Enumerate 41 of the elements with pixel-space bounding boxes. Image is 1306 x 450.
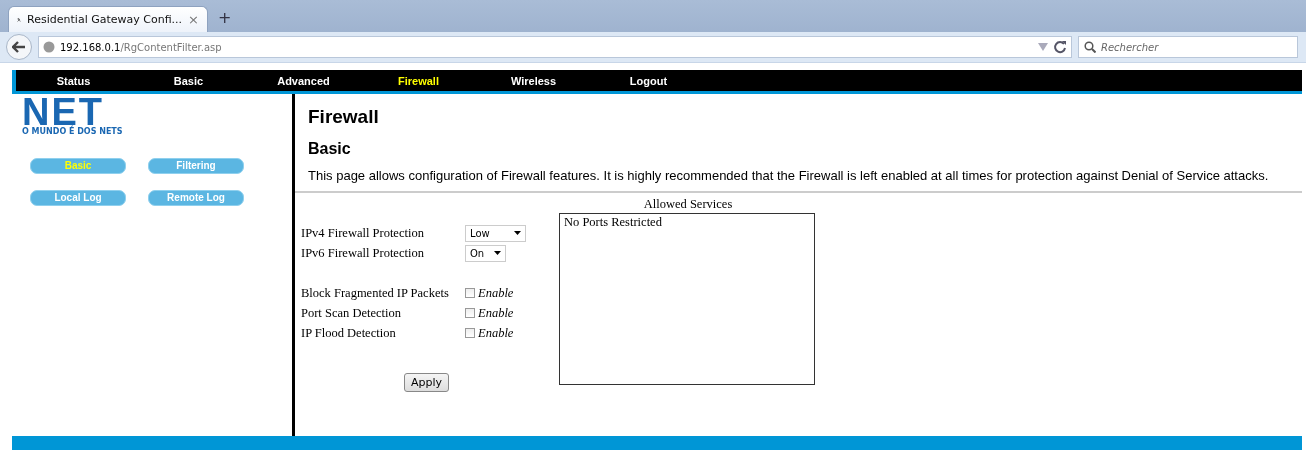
nav-link[interactable]: Wireless	[476, 74, 591, 87]
search-field[interactable]: Rechercher	[1078, 36, 1298, 58]
apply-button[interactable]: Apply	[404, 373, 449, 392]
browser-tab[interactable]: Residential Gateway Confi... ×	[8, 6, 208, 32]
new-tab-button[interactable]: +	[214, 6, 236, 32]
checkbox[interactable]	[465, 328, 475, 338]
url-text: 192.168.0.1/RgContentFilter.asp	[60, 41, 223, 53]
back-arrow-icon	[12, 41, 26, 53]
list-title: Allowed Services	[643, 197, 733, 211]
page-description: This page allows configuration of Firewall features. It is highly recommended that the Firewall is left enabled at all times for protection against Denial of Service attacks.	[308, 168, 1270, 183]
checkbox-label: Enable	[478, 325, 514, 341]
logo-tagline: O MUNDO É DOS NETS	[22, 127, 123, 136]
tab-title: Residential Gateway Confi...	[27, 13, 183, 26]
page-title: Firewall	[308, 106, 380, 128]
nav-link[interactable]: Logout	[591, 74, 706, 87]
search-icon	[1084, 41, 1096, 53]
field-label: Port Scan Detection	[301, 305, 402, 321]
checkbox-label: Enable	[478, 305, 514, 321]
dropdown-icon[interactable]	[1038, 43, 1048, 51]
dropdown[interactable]: Low	[465, 224, 526, 242]
nav-link[interactable]: Advanced	[246, 74, 361, 87]
reload-icon[interactable]	[1053, 40, 1067, 54]
dropdown[interactable]: On	[465, 244, 507, 262]
checkbox-label: Enable	[478, 285, 514, 301]
address-field[interactable]: 192.168.0.1/RgContentFilter.asp	[38, 36, 1072, 58]
field-label: Block Fragmented IP Packets	[301, 285, 450, 301]
list-item[interactable]: No Ports Restricted	[564, 215, 810, 230]
field-label: IP Flood Detection	[301, 325, 397, 341]
caret-icon	[494, 251, 502, 255]
field-label: IPv4 Firewall Protection	[301, 225, 425, 241]
section-title: Basic	[308, 140, 352, 158]
caret-icon	[514, 231, 521, 235]
close-tab-button[interactable]: ×	[188, 12, 199, 27]
back-button[interactable]	[6, 34, 32, 60]
nav-link[interactable]: Firewall	[361, 74, 476, 87]
checkbox[interactable]	[465, 308, 475, 318]
nav-link[interactable]: Status	[16, 74, 131, 87]
checkbox[interactable]	[465, 288, 475, 298]
field-label: IPv6 Firewall Protection	[301, 245, 425, 261]
nav-link[interactable]: Basic	[131, 74, 246, 87]
services-list[interactable]: No Ports Restricted	[559, 213, 815, 385]
